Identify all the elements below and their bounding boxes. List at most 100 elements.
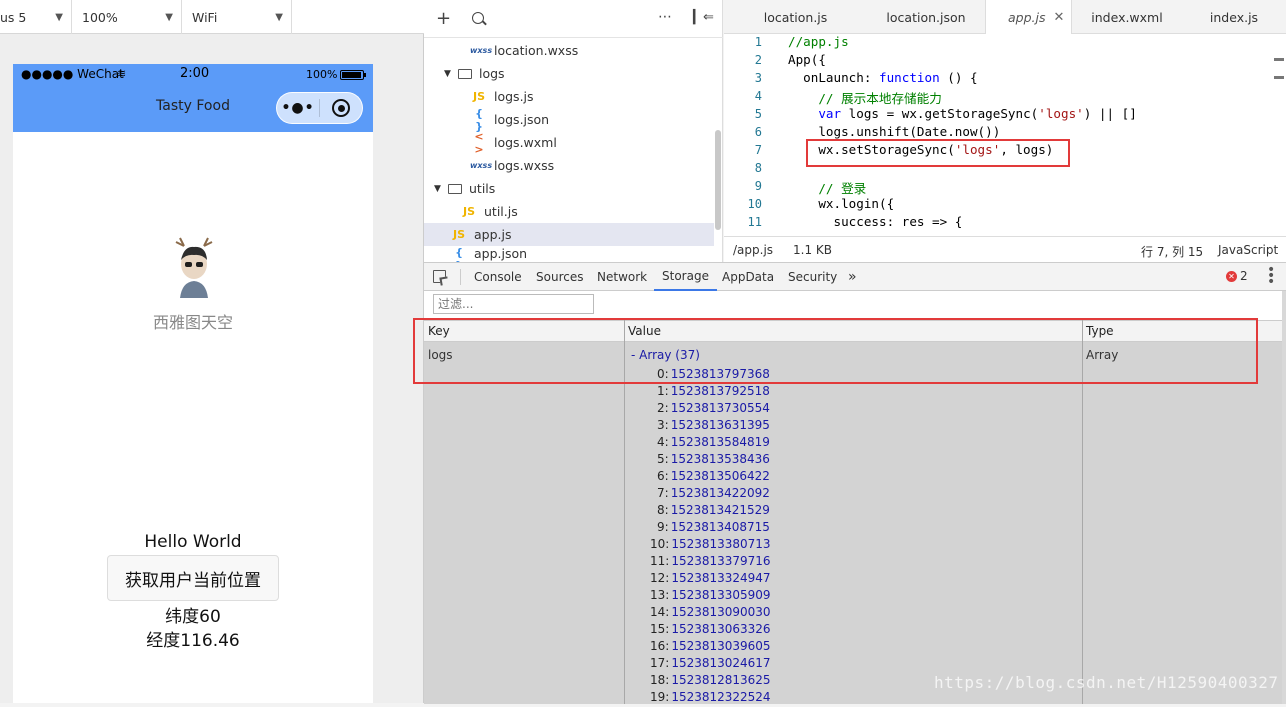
array-item[interactable]: 11: 1523813379716 [650,554,771,571]
user-nickname: 西雅图天空 [152,313,233,332]
tree-item-logs-wxss[interactable]: wxss logs.wxss [470,154,554,177]
network-select[interactable]: WiFi ▼ [182,0,292,34]
array-item[interactable]: 3: 1523813631395 [657,418,770,435]
zoom-select-label: 100% [82,9,118,25]
array-item[interactable]: 5: 1523813538436 [657,452,770,469]
tab-app-js[interactable]: app.js ✕ [985,0,1072,34]
more-menu-button[interactable]: •●• [277,93,319,123]
array-item-value: 1523813421529 [670,503,770,517]
array-item[interactable]: 2: 1523813730554 [657,401,770,418]
array-item[interactable]: 14: 1523813090030 [650,605,771,622]
editor-scrollbar[interactable] [1274,34,1284,234]
array-item[interactable]: 8: 1523813421529 [657,503,770,520]
tree-item-util-js[interactable]: JS util.js [460,200,518,223]
tab-location-json[interactable]: location.json [867,0,985,34]
tab-label: index.js [1209,9,1259,25]
tab-location-js[interactable]: location.js [724,0,867,34]
code-area[interactable]: 1 2 3 4 5 6 7 8 9 10 11 //app.js App({ o… [724,34,1286,236]
tab-console[interactable]: Console [474,263,522,291]
array-item[interactable]: 6: 1523813506422 [657,469,770,486]
tab-label: index.wxml [1091,9,1163,25]
devtools-scrollbar[interactable] [1282,291,1286,704]
wxml-file-icon: < > [474,129,484,156]
phone-screen: ●●●●● WeChat ≋ 2:00 100% Tasty Food •●• [13,64,373,703]
close-miniprogram-button[interactable] [320,93,362,123]
array-item-value: 1523812813625 [671,673,771,687]
avatar[interactable] [170,236,218,298]
code-line-2: App({ [788,52,826,67]
array-item[interactable]: 19: 1523812322524 [650,690,771,707]
carrier-label: ●●●●● WeChat [21,67,124,81]
array-item[interactable]: 4: 1523813584819 [657,435,770,452]
array-item[interactable]: 9: 1523813408715 [657,520,770,537]
line-number: 5 [754,107,762,121]
more-tabs-button[interactable]: » [848,263,857,291]
more-options-icon[interactable]: ⋯ [658,9,672,25]
array-item[interactable]: 15: 1523813063326 [650,622,771,639]
add-file-icon[interactable]: + [436,8,451,29]
array-item[interactable]: 12: 1523813324947 [650,571,771,588]
storage-filter-input[interactable] [433,294,594,314]
array-item-value: 1523813063326 [671,622,771,636]
line-number: 10 [747,197,762,211]
tab-index-js[interactable]: index.js [1182,0,1286,34]
array-item-index: 10: [650,537,670,551]
code-line-6: logs.unshift(Date.now()) [788,124,1001,139]
error-icon[interactable]: ✕ [1226,271,1237,282]
tree-item-app-js[interactable]: JS app.js [424,223,714,246]
tab-appdata[interactable]: AppData [722,263,774,291]
highlight-box-storage [413,318,1258,384]
array-item-value: 1523813380713 [671,537,771,551]
close-icon[interactable]: ✕ [1054,10,1065,25]
kebab-menu-icon[interactable]: • • • [1267,263,1275,289]
devtools-panel: Console Sources Network Storage AppData … [413,262,1286,704]
array-item[interactable]: 7: 1523813422092 [657,486,770,503]
array-item[interactable]: 16: 1523813039605 [650,639,771,656]
array-item-index: 11: [650,554,670,568]
device-select[interactable]: us 5 ▼ [0,0,72,34]
tree-item-label: logs [479,66,505,81]
tree-item-logs-folder[interactable]: ▼ logs [444,62,505,85]
tab-label: AppData [722,270,775,284]
battery-icon [340,70,366,80]
get-location-button[interactable]: 获取用户当前位置 [107,555,279,601]
tree-item-utils-folder[interactable]: ▼ utils [434,177,495,200]
collapse-panel-icon[interactable]: ▎⇐ [693,10,714,25]
array-item-index: 1: [657,384,669,398]
tree-item-logs-js[interactable]: JS logs.js [470,85,534,108]
tree-item-app-json[interactable]: { } app.json [450,246,527,262]
editor-tab-bar: location.js location.json app.js ✕ index… [724,0,1286,34]
array-item[interactable]: 13: 1523813305909 [650,588,771,605]
tree-item-label: utils [469,181,496,196]
tab-security[interactable]: Security [788,263,837,291]
file-tree-scrollbar[interactable] [715,130,721,230]
array-item-value: 1523813039605 [671,639,771,653]
zoom-select[interactable]: 100% ▼ [72,0,182,34]
tab-label: location.json [886,9,966,25]
tab-network[interactable]: Network [597,263,647,291]
line-number: 11 [747,215,762,229]
array-item-index: 8: [657,503,669,517]
tab-index-wxml[interactable]: index.wxml [1072,0,1182,34]
array-item[interactable]: 18: 1523812813625 [650,673,771,690]
tree-item-label: logs.json [494,112,550,127]
language-mode[interactable]: JavaScript [1218,243,1278,257]
tree-item-location-wxss[interactable]: wxss location.wxss [470,39,578,62]
tab-sources[interactable]: Sources [536,263,583,291]
devtools-tab-bar: Console Sources Network Storage AppData … [424,263,1286,291]
tab-label: Network [597,270,648,284]
tree-item-label: location.wxss [494,43,579,58]
tree-item-logs-wxml[interactable]: < > logs.wxml [470,129,556,156]
tab-storage[interactable]: Storage [654,263,717,291]
array-item-index: 3: [657,418,669,432]
array-item-value: 1523813324947 [671,571,771,585]
search-icon[interactable] [472,12,487,26]
array-item[interactable]: 17: 1523813024617 [650,656,771,673]
caret-down-icon: ▼ [434,183,441,194]
inspect-element-icon[interactable] [433,270,449,286]
tree-item-logs-json[interactable]: { } logs.json [470,107,550,133]
array-item[interactable]: 1: 1523813792518 [657,384,770,401]
tab-label: Security [788,270,838,284]
cursor-position[interactable]: 行 7, 列 15 [1141,243,1203,260]
array-item[interactable]: 10: 1523813380713 [650,537,771,554]
